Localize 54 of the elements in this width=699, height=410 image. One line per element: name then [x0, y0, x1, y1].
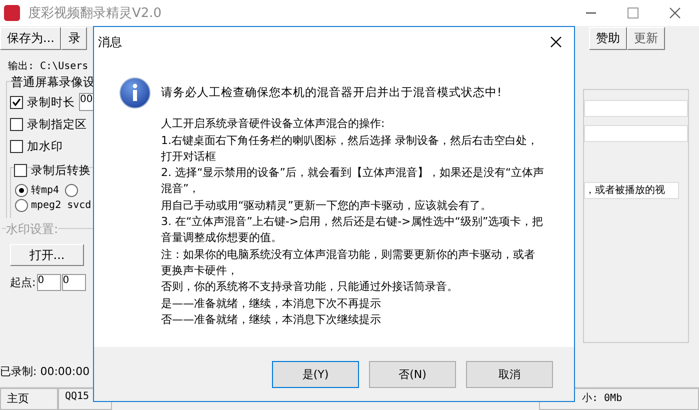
text-field[interactable]: ，或者被播放的视 [584, 182, 679, 199]
radio-button[interactable] [65, 184, 78, 196]
maximize-icon[interactable] [627, 7, 639, 19]
recorded-time: 已录制: 00:00:00 [0, 364, 91, 379]
dialog-text-line: 更换声卡硬件， [161, 262, 239, 279]
window-title: 度彩视频翻录精灵V2.0 [28, 5, 162, 22]
checkbox-label: 录制后转换 [31, 162, 91, 178]
dialog-button[interactable]: 取消 [466, 360, 553, 388]
group-title: 水印设置: [6, 221, 58, 238]
start-field[interactable]: 0 [36, 274, 61, 291]
close-icon[interactable] [550, 36, 562, 48]
dialog-text-line: 否——准备就绪，继续，本消息下次继续提示 [161, 312, 382, 328]
radio-label: 转mp4 [31, 184, 60, 197]
dialog-text-line: 2. 选择“显示禁用的设备”后，就会看到【立体声混音】，如果还是没有“立体声 [161, 165, 544, 182]
dialog-headline: 请务必人工检查确保您本机的混音器开启并出于混音模式状态中! [161, 84, 503, 100]
checkbox[interactable] [14, 164, 27, 176]
close-icon[interactable] [669, 7, 681, 19]
radio-button[interactable] [15, 199, 28, 212]
checkbox[interactable] [10, 140, 23, 152]
dialog-text-line: 否则，你的系统将不支持录音功能，只能通过外接话筒录音。 [161, 279, 459, 296]
dialog-text-line: 3. 在“立体声混音”上右键->启用，然后还是右键->属性选中“级别”选项卡，把 [161, 214, 544, 230]
text-field[interactable] [584, 125, 688, 142]
open-button[interactable]: 打开... [10, 244, 84, 266]
radio-button[interactable] [15, 184, 28, 196]
dialog-text-line: 人工开启系统录音硬件设备立体声混合的操作: [161, 116, 386, 132]
toolbar-button[interactable]: 赞助 [589, 27, 627, 50]
checkbox[interactable] [10, 96, 23, 108]
checkbox-label: 录制时长 [27, 94, 75, 110]
toolbar-button[interactable]: 录 [61, 27, 88, 50]
toolbar-button[interactable]: 保存为... [0, 27, 62, 50]
checkbox[interactable] [10, 118, 23, 130]
dialog-button[interactable]: 否(N) [369, 360, 456, 388]
checkbox-label: 录制指定区 [27, 116, 87, 132]
dialog-button[interactable]: 是(Y) [272, 360, 359, 388]
dialog-title: 消息 [98, 34, 122, 50]
output-path: 输出: C:\Users [7, 60, 90, 73]
dialog-text-line: 音量调整成你想要的值。 [161, 230, 283, 246]
info-icon [119, 77, 151, 109]
dialog-text-line: 是——准备就绪，继续，本消息下次不再提示 [161, 296, 382, 312]
dialog-text-line: 注：如果你的电脑系统没有立体声混音功能，则需要更新你的声卡驱动，或者 [161, 246, 536, 263]
group-title: 普通屏幕录像设 [11, 74, 95, 91]
dialog-text-line: 打开对话框 [161, 148, 217, 165]
start-field[interactable]: 0 [62, 274, 86, 291]
dialog-text-line: 1.右键桌面右下角任务栏的喇叭图标，然后选择 录制设备，然后右击空白处， [161, 132, 539, 149]
start-label: 起点: [10, 275, 36, 290]
status-cell: 主页 [0, 388, 58, 410]
checkbox-label: 加水印 [27, 138, 63, 154]
text-field[interactable] [584, 100, 688, 117]
duration-field[interactable]: 00 [79, 93, 94, 111]
dialog-text-line: 用自己手动或用“驱动精灵”更新一下您的声卡驱动，应该就会有了。 [161, 198, 492, 214]
dialog-text-line: 混音”， [161, 181, 201, 198]
toolbar-button[interactable]: 更新 [627, 27, 665, 50]
radio-label: mpeg2 svcd [31, 200, 92, 211]
app-icon [4, 5, 20, 21]
